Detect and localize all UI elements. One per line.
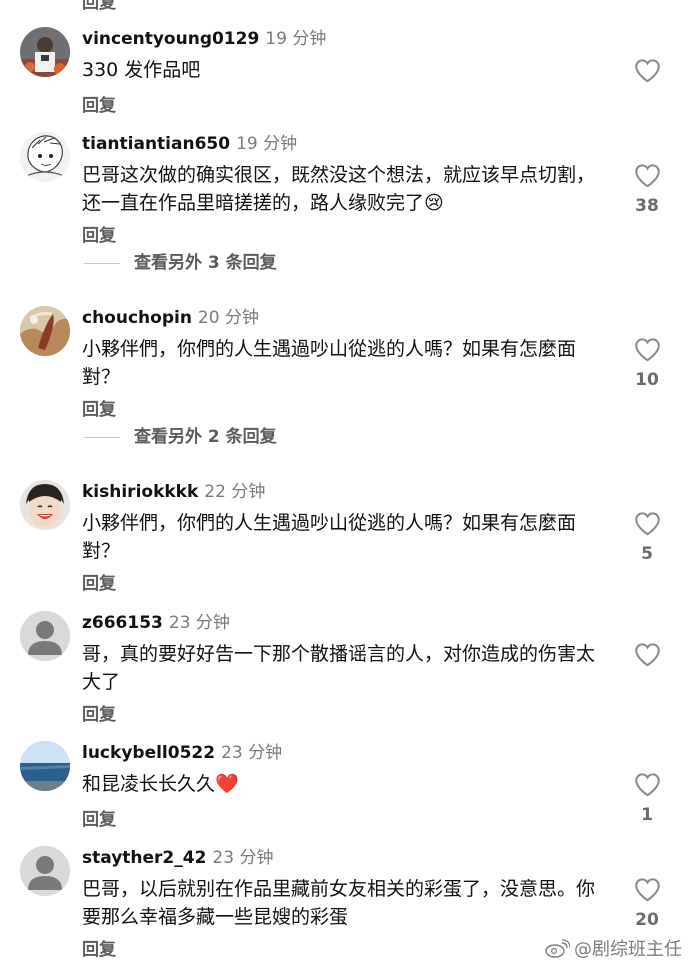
default-user-avatar[interactable]	[20, 846, 70, 896]
like-count: 10	[635, 370, 659, 390]
comment-header: vincentyoung0129 19 分钟	[82, 27, 326, 51]
timestamp: 23 分钟	[212, 848, 274, 868]
reply-button[interactable]: 回复	[82, 95, 116, 117]
comment-header: kishiriokkkk 22 分钟	[82, 480, 265, 504]
reply-button[interactable]: 回复	[82, 704, 116, 726]
comment-text: 和昆凌长长久久❤️	[82, 773, 239, 795]
watermark-text: @剧综班主任	[574, 939, 682, 960]
comment-text: 巴哥这次做的确实很区，既然没这个想法，就应该早点切割，还一直在作品里暗搓搓的，路…	[82, 164, 596, 214]
username[interactable]: tiantiantian650	[82, 134, 230, 154]
heart-icon[interactable]	[634, 337, 661, 362]
reply-button[interactable]: 回复	[82, 573, 116, 595]
default-user-avatar[interactable]	[20, 611, 70, 661]
timestamp: 19 分钟	[236, 134, 298, 154]
comment-text: 小夥伴們，你們的人生遇過吵山從逃的人嗎？如果有怎麼面對？	[82, 512, 577, 562]
reply-button[interactable]: 回复	[82, 809, 116, 831]
comment-text: 哥，真的要好好告一下那个散播谣言的人，对你造成的伤害太大了	[82, 643, 596, 693]
basketball-player-avatar[interactable]	[20, 27, 70, 77]
like-count: 20	[635, 910, 659, 930]
heart-icon[interactable]	[634, 58, 661, 83]
comment-header: stayther2_42 23 分钟	[82, 846, 273, 870]
like-button[interactable]	[629, 642, 665, 667]
like-button[interactable]: 1	[629, 772, 665, 825]
username[interactable]: kishiriokkkk	[82, 482, 198, 502]
weibo-logo-icon	[545, 939, 571, 958]
reply-button[interactable]: 回复	[82, 399, 116, 421]
comment-header: z666153 23 分钟	[82, 611, 230, 635]
timestamp: 23 分钟	[168, 613, 230, 633]
heart-icon[interactable]	[634, 511, 661, 536]
anime-character-avatar[interactable]	[20, 132, 70, 182]
comment-header: luckybell0522 23 分钟	[82, 741, 282, 765]
top-reply-button[interactable]: 回复	[82, 0, 116, 13]
view-more-label: 查看另外 3 条回复	[134, 253, 277, 273]
painting-avatar[interactable]	[20, 306, 70, 356]
view-more-replies[interactable]: 查看另外 3 条回复	[84, 252, 277, 274]
heart-icon[interactable]	[634, 163, 661, 188]
weibo-watermark: @剧综班主任	[544, 935, 682, 961]
divider-line	[84, 262, 120, 264]
divider-line	[84, 436, 120, 438]
like-count: 1	[641, 805, 653, 825]
username[interactable]: luckybell0522	[82, 743, 215, 763]
heart-icon[interactable]	[634, 772, 661, 797]
comment-text: 330 发作品吧	[82, 59, 201, 81]
view-more-replies[interactable]: 查看另外 2 条回复	[84, 426, 277, 448]
heart-icon[interactable]	[634, 877, 661, 902]
like-count: 38	[635, 196, 659, 216]
comment-text: 小夥伴們，你們的人生遇過吵山從逃的人嗎？如果有怎麼面對？	[82, 338, 577, 388]
timestamp: 20 分钟	[197, 308, 259, 328]
heart-icon[interactable]	[634, 642, 661, 667]
like-count: 5	[641, 544, 653, 564]
like-button[interactable]: 38	[629, 163, 665, 216]
smiling-child-avatar[interactable]	[20, 480, 70, 530]
timestamp: 19 分钟	[265, 29, 327, 49]
like-button[interactable]: 5	[629, 511, 665, 564]
username[interactable]: vincentyoung0129	[82, 29, 259, 49]
view-more-label: 查看另外 2 条回复	[134, 427, 277, 447]
reply-button[interactable]: 回复	[82, 939, 116, 961]
username[interactable]: chouchopin	[82, 308, 192, 328]
comment-header: tiantiantian650 19 分钟	[82, 132, 297, 156]
like-button[interactable]: 10	[629, 337, 665, 390]
username[interactable]: z666153	[82, 613, 163, 633]
timestamp: 22 分钟	[204, 482, 266, 502]
like-button[interactable]: 20	[629, 877, 665, 930]
like-button[interactable]	[629, 58, 665, 83]
reply-button[interactable]: 回复	[82, 225, 116, 247]
comment-header: chouchopin 20 分钟	[82, 306, 259, 330]
ocean-landscape-avatar[interactable]	[20, 741, 70, 791]
timestamp: 23 分钟	[221, 743, 283, 763]
comment-text: 巴哥，以后就别在作品里藏前女友相关的彩蛋了，没意思。你要那么幸福多藏一些昆嫂的彩…	[82, 878, 596, 928]
username[interactable]: stayther2_42	[82, 848, 206, 868]
